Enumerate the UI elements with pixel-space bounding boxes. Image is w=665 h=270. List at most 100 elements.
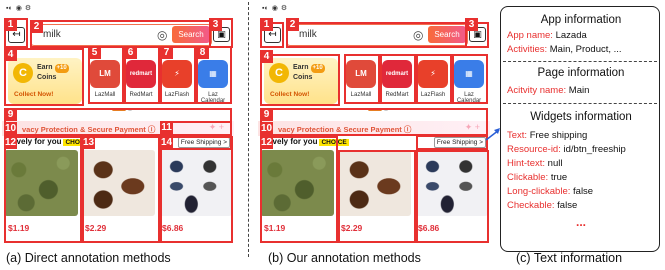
annotation-number: 4 [260,50,273,63]
more-ellipsis: ... [575,215,586,229]
search-input[interactable]: milk ◎ Search [30,24,212,46]
phone-screenshot: ▪◐ ◉ ⚙ ↤ milk ◎ Search ▣ C Earn +10 Coins C… [2,0,234,243]
app-label: LazMall [350,92,372,98]
search-text: milk [43,29,61,40]
annotation-number: 5 [88,46,101,59]
app-label: LazFlash [420,92,446,98]
coins-label: Earn +10 Coins [293,64,325,81]
page-indicator-active [112,108,126,111]
free-shipping-button[interactable]: Free Shipping > [177,137,230,148]
product-price: $6.86 [418,223,440,233]
phone-screenshot: ▪◐ ◉ ⚙ ↤ milk ◎ Search ▣ C Earn +10 Coins C… [258,0,490,243]
product-card[interactable]: $2.29 [81,150,155,243]
page-indicator [384,108,388,111]
annotation-number: 2 [30,20,43,33]
annotation-number: 6 [124,46,137,59]
section-divider [503,103,657,104]
app-tile-lazflash[interactable]: ⚡ LazFlash [160,58,194,104]
product-card[interactable]: $6.86 [414,150,488,243]
privacy-banner[interactable]: vacy Protection & Secure Payment ⓘ ✦ + [258,121,490,136]
lazmall-icon: LM [90,60,120,88]
page-info-heading: Page information [537,67,625,79]
exclusive-row: usively for you CHOICE Free Shipping > [2,137,234,149]
app-tile-lazflash[interactable]: ⚡ LazFlash [416,58,450,104]
app-tile-redmart[interactable]: redmart RedMart [380,58,414,104]
app-tile-calendar[interactable]: ▦ Laz Calendar [452,58,486,104]
annotation-number: 7 [160,46,173,59]
product-row: $1.19 $2.29 $6.86 [258,150,490,243]
search-text: milk [299,29,317,40]
calendar-icon: ▦ [198,60,228,88]
search-input[interactable]: milk ◎ Search [286,24,468,46]
product-price: $1.19 [8,223,30,233]
product-price: $1.19 [264,223,286,233]
coin-icon: C [269,63,289,83]
exclusive-title: usively for you CHOICE [261,137,349,146]
search-button[interactable]: Search [428,26,466,43]
panel-divider [248,2,249,257]
redmart-icon: redmart [126,60,156,88]
page-indicator-active [368,108,382,111]
sparkle-icon: ✦ + [464,122,480,132]
hint-text-row: Hint-text: null [507,158,563,169]
free-shipping-button[interactable]: Free Shipping > [433,137,486,148]
coins-tile[interactable]: C Earn +10 Coins Collect Now! [264,58,338,104]
collect-now-label: Collect Now! [14,91,54,98]
app-label: RedMart [385,92,409,98]
camera-icon[interactable]: ◎ [413,28,423,42]
app-label: RedMart [129,92,153,98]
resource-id-row: Resource-id: id/btn_freeship [507,144,626,155]
exclusive-row: usively for you CHOICE Free Shipping > [258,137,490,149]
long-clickable-row: Long-clickable: false [507,186,594,197]
activities-row: Activities: Main, Product, ... [507,44,622,55]
app-label: LazMall [94,92,116,98]
product-card[interactable]: $2.29 [337,150,411,243]
app-name-row: App name: Lazada [507,30,587,41]
product-card[interactable]: $6.86 [158,150,232,243]
exclusive-title: usively for you CHOICE [5,137,93,146]
coins-tile[interactable]: C Earn +10 Coins Collect Now! [8,58,82,104]
app-label: Laz Calendar [200,92,226,104]
privacy-text: vacy Protection & Secure Payment ⓘ [278,125,412,134]
annotation-number: 12 [4,136,17,149]
annotation-number: 4 [4,48,17,61]
panel-direct-annotation: ▪◐ ◉ ⚙ ↤ milk ◎ Search ▣ C Earn +10 Coins C… [2,0,234,243]
calendar-icon: ▦ [454,60,484,88]
app-tile-lazmall[interactable]: LM LazMall [88,58,122,104]
annotation-number: 14 [160,136,173,149]
product-card[interactable]: $1.19 [260,150,334,243]
product-price: $6.86 [162,223,184,233]
product-price: $2.29 [341,223,363,233]
caption-a: (a) Direct annotation methods [6,251,171,265]
widgets-info-heading: Widgets information [530,111,632,123]
redmart-icon: redmart [382,60,412,88]
app-label: LazFlash [164,92,190,98]
section-divider [503,61,657,62]
product-image [81,150,155,216]
text-row: Text: Free shipping [507,130,588,141]
search-button[interactable]: Search [172,26,210,43]
app-tile-redmart[interactable]: redmart RedMart [124,58,158,104]
annotation-number: 1 [4,18,17,31]
product-image [337,150,411,216]
app-tile-calendar[interactable]: ▦ Laz Calendar [196,58,230,104]
product-card[interactable]: $1.19 [4,150,78,243]
collect-now-label: Collect Now! [270,91,310,98]
sparkle-icon: ✦ + [208,122,224,132]
status-bar: ▪◐ ◉ ⚙ [6,4,32,13]
flash-icon: ⚡ [162,60,192,88]
camera-icon[interactable]: ◎ [157,28,167,42]
privacy-banner[interactable]: vacy Protection & Secure Payment ⓘ ✦ + [2,121,234,136]
app-info-heading: App information [540,14,622,26]
panel-our-annotation: ▪◐ ◉ ⚙ ↤ milk ◎ Search ▣ C Earn +10 Coins C… [258,0,490,243]
annotation-number: 10 [260,122,273,135]
product-image [4,150,78,216]
quick-tiles: C Earn +10 Coins Collect Now! LM LazMall r… [2,58,234,104]
app-label: Laz Calendar [456,92,482,104]
app-tile-lazmall[interactable]: LM LazMall [344,58,378,104]
annotation-number: 8 [196,46,209,59]
privacy-text: vacy Protection & Secure Payment ⓘ [22,125,156,134]
caption-c: (c) Text information [516,251,623,265]
choice-badge: CHOICE [319,139,349,146]
annotation-number: 13 [82,136,95,149]
